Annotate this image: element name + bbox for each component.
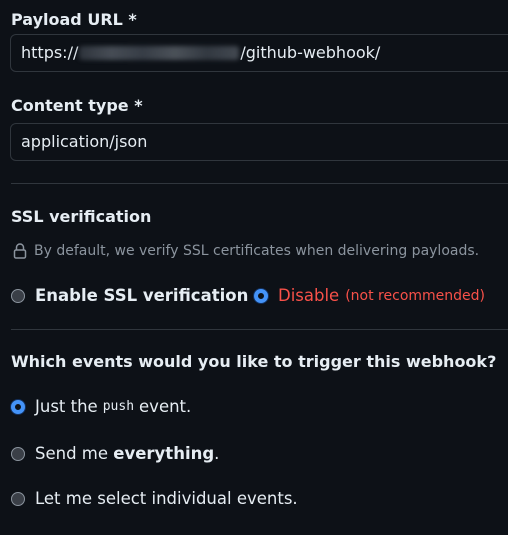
section-divider xyxy=(11,183,508,184)
events-push-code: push xyxy=(102,399,135,414)
content-type-value: application/json xyxy=(21,132,148,151)
payload-url-value-prefix: https:// xyxy=(21,43,79,62)
events-individual-option[interactable]: Let me select individual events. xyxy=(11,489,298,508)
payload-url-label: Payload URL * xyxy=(11,10,137,29)
events-everything-radio[interactable] xyxy=(11,446,25,461)
content-type-select[interactable]: application/json xyxy=(10,123,508,161)
events-everything-prefix: Send me xyxy=(35,444,109,463)
events-push-radio[interactable] xyxy=(11,399,25,414)
events-individual-radio[interactable] xyxy=(11,491,25,506)
ssl-note-text: By default, we verify SSL certificates w… xyxy=(34,243,480,259)
events-everything-bold: everything xyxy=(113,444,215,463)
ssl-disable-option[interactable]: Disable (not recommended) xyxy=(254,286,485,305)
ssl-disable-note: (not recommended) xyxy=(345,287,485,304)
events-push-option[interactable]: Just the push event. xyxy=(11,397,191,416)
webhook-settings-form: Payload URL * https:// /github-webhook/ C… xyxy=(0,0,508,535)
ssl-enable-option[interactable]: Enable SSL verification xyxy=(11,286,248,305)
events-push-suffix: event. xyxy=(139,397,192,416)
ssl-verification-heading: SSL verification xyxy=(11,207,152,226)
payload-url-value-suffix: /github-webhook/ xyxy=(240,43,381,62)
events-heading: Which events would you like to trigger t… xyxy=(11,352,497,371)
section-divider xyxy=(11,329,508,330)
events-everything-option[interactable]: Send me everything. xyxy=(11,444,219,463)
ssl-enable-label: Enable SSL verification xyxy=(35,286,249,305)
content-type-label: Content type * xyxy=(11,96,143,115)
events-push-prefix: Just the xyxy=(35,397,98,416)
lock-icon xyxy=(11,242,29,260)
payload-url-input[interactable]: https:// /github-webhook/ xyxy=(10,34,508,72)
ssl-note: By default, we verify SSL certificates w… xyxy=(11,242,479,260)
ssl-disable-label: Disable xyxy=(278,286,340,305)
redacted-host xyxy=(79,46,240,60)
ssl-disable-radio[interactable] xyxy=(254,288,268,303)
events-individual-label: Let me select individual events. xyxy=(35,489,298,508)
ssl-enable-radio[interactable] xyxy=(11,288,25,303)
events-everything-suffix: . xyxy=(214,444,220,463)
